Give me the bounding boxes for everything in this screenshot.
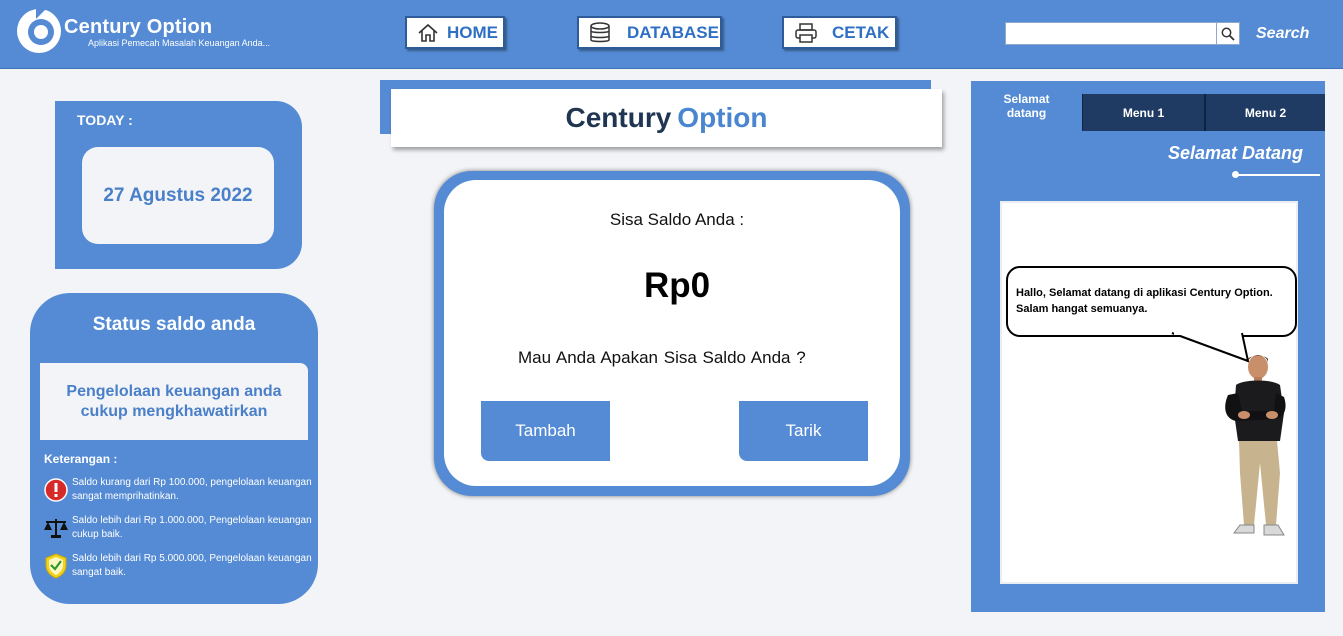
main-title-card: Century Option	[391, 89, 942, 147]
saldo-amount: Rp0	[643, 266, 711, 305]
search-input[interactable]	[1005, 22, 1217, 45]
warning-icon	[44, 478, 68, 502]
magnifier-icon	[1221, 27, 1235, 41]
status-title: Status saldo anda	[92, 314, 256, 335]
saldo-inner: Sisa Saldo Anda : Rp0 Mau Anda Apakan Si…	[444, 180, 900, 486]
keterangan-title: Keterangan :	[44, 452, 118, 466]
nav-cetak-label: CETAK	[832, 22, 890, 42]
saldo-question: Mau Anda Apakan Sisa Saldo Anda ?	[518, 348, 806, 367]
today-label: TODAY :	[77, 112, 133, 128]
shield-check-icon	[45, 553, 67, 579]
century-logo-icon	[17, 7, 61, 53]
nav-home-label: HOME	[447, 22, 498, 42]
welcome-content: Hallo, Selamat datang di aplikasi Centur…	[1000, 201, 1298, 584]
database-icon	[590, 21, 610, 42]
nav-database-label: DATABASE	[627, 22, 719, 42]
tambah-button[interactable]: Tambah	[481, 401, 610, 461]
app-title: Century Option	[64, 16, 213, 38]
main-title-part1: Century	[565, 102, 672, 133]
main-title-part2: Option	[677, 102, 768, 133]
status-message: Pengelolaan keuangan anda cukup mengkhaw…	[40, 363, 308, 440]
search-button[interactable]	[1216, 22, 1240, 45]
today-date-box: 27 Agustus 2022	[82, 147, 274, 244]
speech-bubble: Hallo, Selamat datang di aplikasi Centur…	[1006, 266, 1297, 337]
search-label[interactable]: Search	[1256, 25, 1309, 43]
legend-item-warning: Saldo kurang dari Rp 100.000, pengelolaa…	[42, 476, 312, 504]
legend-text-shield: Saldo lebih dari Rp 5.000.000, Pengelola…	[72, 553, 312, 578]
today-date: 27 Agustus 2022	[103, 184, 253, 206]
tab-selamat-datang[interactable]: Selamat datang	[971, 81, 1082, 131]
heading-underline	[1236, 174, 1320, 176]
avatar-person-icon	[1225, 355, 1286, 536]
tab-menu-1[interactable]: Menu 1	[1082, 94, 1204, 131]
home-icon	[418, 23, 438, 42]
welcome-panel: Selamat datang Menu 1 Menu 2 Selamat Dat…	[971, 81, 1325, 612]
tarik-button[interactable]: Tarik	[739, 401, 868, 461]
tab-menu-2[interactable]: Menu 2	[1204, 94, 1325, 131]
status-card: Status saldo anda Pengelolaan keuangan a…	[30, 293, 318, 604]
legend-text-warning: Saldo kurang dari Rp 100.000, pengelolaa…	[72, 477, 312, 502]
app-subtitle: Aplikasi Pemecah Masalah Keuangan Anda..…	[88, 38, 271, 48]
printer-icon	[795, 22, 817, 43]
saldo-card: Sisa Saldo Anda : Rp0 Mau Anda Apakan Si…	[434, 171, 910, 496]
legend-item-scale: Saldo lebih dari Rp 1.000.000, Pengelola…	[42, 514, 312, 542]
nav-home-button[interactable]: HOME	[405, 16, 505, 49]
scale-icon	[44, 519, 68, 538]
panel-heading: Selamat Datang	[1167, 143, 1303, 163]
nav-cetak-button[interactable]: CETAK	[782, 16, 897, 49]
top-header: Century Option Aplikasi Pemecah Masalah …	[0, 0, 1343, 69]
nav-database-button[interactable]: DATABASE	[577, 16, 722, 49]
saldo-label: Sisa Saldo Anda :	[609, 210, 745, 229]
today-card: TODAY : 27 Agustus 2022	[55, 101, 302, 269]
legend-item-shield: Saldo lebih dari Rp 5.000.000, Pengelola…	[42, 552, 312, 580]
legend-text-scale: Saldo lebih dari Rp 1.000.000, Pengelola…	[72, 515, 312, 540]
